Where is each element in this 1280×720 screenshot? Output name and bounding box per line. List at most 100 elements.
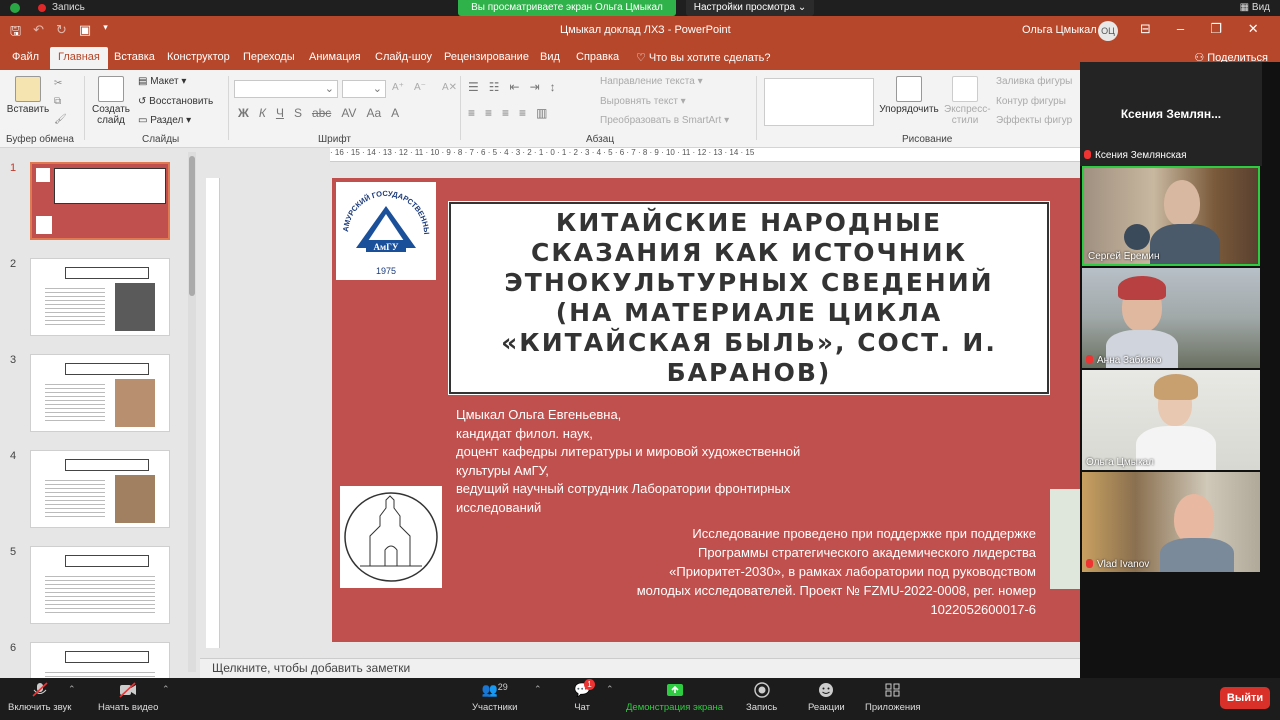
author-line: доцент кафедры литературы и мировой худо…	[456, 444, 801, 459]
decrease-indent-icon[interactable]: ⇤	[510, 80, 520, 94]
strikethrough-icon[interactable]: abc	[312, 106, 331, 120]
start-video-button[interactable]: Начать видео	[98, 682, 158, 713]
tab-home[interactable]: Главная	[50, 47, 108, 69]
user-name[interactable]: Ольга Цмыкал	[1022, 24, 1097, 36]
shapes-gallery[interactable]	[764, 78, 874, 126]
thumbnails-scrollbar[interactable]	[188, 152, 196, 672]
tab-review[interactable]: Рецензирование	[444, 51, 529, 63]
maximize-icon[interactable]: ❐	[1210, 21, 1222, 37]
paste-button[interactable]: Вставить	[6, 76, 50, 115]
tab-file[interactable]: Файл	[12, 51, 39, 63]
cut-icon[interactable]: ✂	[54, 78, 62, 89]
participants-button[interactable]: 👥29 Участники	[472, 682, 517, 713]
quick-styles-button[interactable]: Экспресс-стили	[944, 76, 991, 126]
underline-icon[interactable]: Ч	[276, 106, 284, 120]
align-left-icon[interactable]: ≡	[468, 106, 475, 120]
chevron-up-icon[interactable]: ⌃	[606, 684, 614, 695]
participants-count: 29	[497, 682, 508, 692]
chevron-up-icon[interactable]: ⌃	[68, 684, 76, 695]
author-block[interactable]: Цмыкал Ольга Евгеньевна, кандидат филол.…	[456, 406, 876, 517]
increase-indent-icon[interactable]: ⇥	[530, 80, 540, 94]
shadow-icon[interactable]: S	[294, 106, 302, 120]
view-button[interactable]: ▦ Вид	[1240, 2, 1270, 13]
chat-button[interactable]: 💬 1 Чат	[574, 679, 595, 713]
chevron-up-icon[interactable]: ⌃	[534, 684, 542, 695]
copy-icon[interactable]: ⧉	[54, 96, 61, 107]
apps-button[interactable]: Приложения	[865, 682, 921, 713]
view-options-button[interactable]: Настройки просмотра ⌄	[686, 0, 814, 16]
format-painter-icon[interactable]: 🖌	[54, 114, 67, 125]
text-direction-button[interactable]: Направление текста ▾	[600, 76, 703, 87]
numbering-icon[interactable]: ☷	[489, 80, 500, 94]
funding-note[interactable]: Исследование проведено при поддержке при…	[632, 524, 1036, 619]
tab-animations[interactable]: Анимация	[309, 51, 361, 63]
thumbnail-slide-3[interactable]	[30, 354, 170, 432]
align-center-icon[interactable]: ≡	[485, 106, 492, 120]
journal-thumb	[115, 379, 155, 427]
font-color-icon[interactable]: A	[391, 106, 399, 120]
scrollbar-thumb[interactable]	[189, 156, 195, 296]
tab-insert[interactable]: Вставка	[114, 51, 155, 63]
record-button[interactable]: Запись	[746, 682, 777, 713]
video-tile[interactable]: Сергей Еремин	[1082, 166, 1260, 266]
customize-toolbar-icon[interactable]: ▾	[103, 22, 108, 44]
grow-font-icon[interactable]: A⁺	[392, 82, 404, 93]
new-slide-button[interactable]: Создать слайд	[88, 76, 134, 126]
slide-canvas[interactable]: АМУРСКИЙ ГОСУДАРСТВЕННЫЙ УНИВЕРСИТЕТ АмГ…	[332, 178, 1158, 642]
shrink-font-icon[interactable]: A⁻	[414, 82, 426, 93]
font-name-select[interactable]: ⌄	[234, 80, 338, 98]
thumbnail-slide-1[interactable]	[30, 162, 170, 240]
shape-effects-button[interactable]: Эффекты фигур	[996, 115, 1072, 126]
smartart-button[interactable]: Преобразовать в SmartArt ▾	[600, 115, 729, 126]
arrange-button[interactable]: Упорядочить	[878, 76, 940, 115]
security-shield-icon[interactable]	[10, 3, 20, 13]
unmute-button[interactable]: Включить звук	[8, 682, 71, 713]
undo-icon[interactable]: ↶	[33, 22, 44, 44]
bullets-icon[interactable]: ☰	[468, 80, 479, 94]
reactions-button[interactable]: Реакции	[808, 682, 845, 713]
columns-icon[interactable]: ▥	[536, 106, 547, 120]
recording-label[interactable]: Запись	[52, 2, 85, 13]
layout-button[interactable]: ▤ Макет ▾	[138, 76, 186, 87]
case-icon[interactable]: Aa	[366, 106, 381, 120]
shape-fill-button[interactable]: Заливка фигуры	[996, 76, 1072, 87]
redo-icon[interactable]: ↻	[56, 22, 67, 44]
reset-button[interactable]: ↺ Восстановить	[138, 96, 213, 107]
spacing-icon[interactable]: AV	[341, 106, 356, 120]
save-icon[interactable]: 🖫	[10, 22, 21, 44]
thumbnail-slide-5[interactable]	[30, 546, 170, 624]
tab-transitions[interactable]: Переходы	[243, 51, 295, 63]
thumbnail-slide-4[interactable]	[30, 450, 170, 528]
video-tile[interactable]: Vlad Ivanov	[1082, 472, 1260, 572]
tab-view[interactable]: Вид	[540, 51, 560, 63]
minimize-icon[interactable]: –	[1177, 21, 1184, 37]
video-tile[interactable]: Анна Забияко	[1082, 268, 1260, 368]
leave-button[interactable]: Выйти	[1220, 687, 1270, 709]
line-spacing-icon[interactable]: ↕	[550, 80, 556, 94]
notes-pane[interactable]: Щелкните, чтобы добавить заметки	[200, 658, 1080, 678]
tab-design[interactable]: Конструктор	[167, 51, 230, 63]
shape-outline-button[interactable]: Контур фигуры	[996, 96, 1066, 107]
tab-slideshow[interactable]: Слайд-шоу	[375, 51, 432, 63]
thumbnail-slide-6[interactable]	[30, 642, 170, 678]
close-icon[interactable]: ✕	[1248, 21, 1259, 37]
align-right-icon[interactable]: ≡	[502, 106, 509, 120]
align-text-button[interactable]: Выровнять текст ▾	[600, 96, 686, 107]
bold-icon[interactable]: Ж	[238, 106, 249, 120]
section-button[interactable]: ▭ Раздел ▾	[138, 115, 191, 126]
justify-icon[interactable]: ≡	[519, 106, 526, 120]
chevron-up-icon[interactable]: ⌃	[162, 684, 170, 695]
share-screen-button[interactable]: Демонстрация экрана	[626, 682, 723, 713]
slide-title-box[interactable]: КИТАЙСКИЕ НАРОДНЫЕ СКАЗАНИЯ КАК ИСТОЧНИК…	[448, 201, 1050, 395]
avatar[interactable]: ОЦ	[1098, 21, 1118, 41]
tab-help[interactable]: Справка	[576, 51, 619, 63]
present-icon[interactable]: ▣	[79, 22, 91, 44]
thumbnail-slide-2[interactable]	[30, 258, 170, 336]
italic-icon[interactable]: К	[259, 106, 266, 120]
clear-format-icon[interactable]: A✕	[442, 82, 457, 93]
video-tile[interactable]: Ольга Цмыкал	[1082, 370, 1260, 470]
font-size-select[interactable]: ⌄	[342, 80, 386, 98]
tell-me-search[interactable]: ♡ Что вы хотите сделать?	[636, 51, 771, 64]
ribbon-display-icon[interactable]: ⊟	[1140, 21, 1151, 37]
participant-name: Vlad Ivanov	[1086, 559, 1149, 570]
